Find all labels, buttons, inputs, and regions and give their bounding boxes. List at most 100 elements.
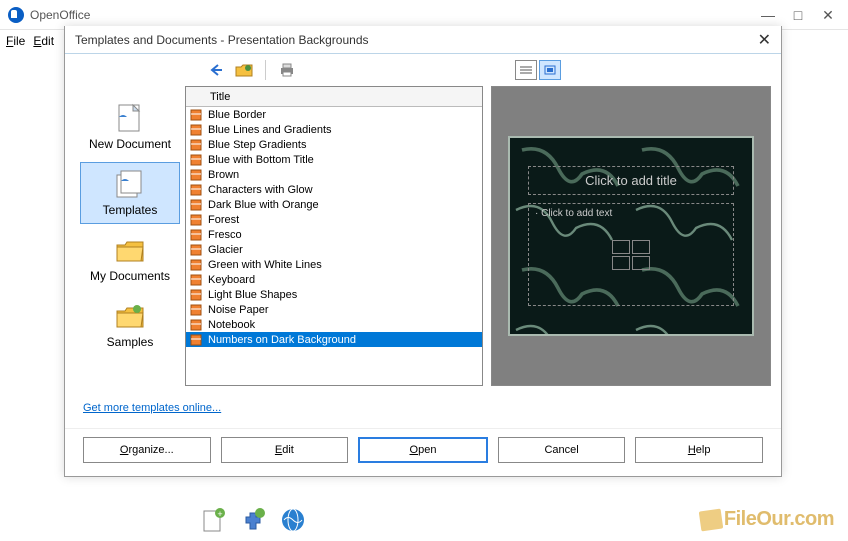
templates-dialog: Templates and Documents - Presentation B… [64, 26, 782, 477]
list-item-label: Forest [208, 214, 239, 226]
list-item[interactable]: Numbers on Dark Background [186, 332, 482, 347]
sidebar-item-label: Samples [85, 335, 175, 349]
list-item-label: Blue with Bottom Title [208, 154, 314, 166]
edit-button[interactable]: Edit [221, 437, 349, 463]
sidebar-item-my-documents[interactable]: My Documents [80, 228, 180, 290]
slide-content-icons [612, 240, 650, 270]
list-item-label: Notebook [208, 319, 255, 331]
new-document-icon [113, 103, 147, 133]
close-button[interactable]: ✕ [822, 9, 834, 21]
list-item[interactable]: Notebook [186, 317, 482, 332]
list-item-label: Brown [208, 169, 239, 181]
my-documents-icon [113, 235, 147, 265]
preview-slide: Click to add title · Click to add text [508, 136, 754, 336]
list-item-label: Glacier [208, 244, 243, 256]
list-item[interactable]: Blue with Bottom Title [186, 152, 482, 167]
dialog-close-button[interactable]: ✕ [758, 30, 771, 50]
open-button[interactable]: Open [358, 437, 488, 463]
list-item[interactable]: Brown [186, 167, 482, 182]
dialog-titlebar: Templates and Documents - Presentation B… [65, 26, 781, 54]
help-button[interactable]: Help [635, 437, 763, 463]
app-icon [8, 7, 24, 23]
templates-icon [113, 169, 147, 199]
list-item[interactable]: Blue Border [186, 107, 482, 122]
sidebar-item-label: My Documents [85, 269, 175, 283]
list-item[interactable]: Noise Paper [186, 302, 482, 317]
table-icon [612, 240, 630, 254]
list-item-label: Noise Paper [208, 304, 269, 316]
list-item[interactable]: Blue Lines and Gradients [186, 122, 482, 137]
sidebar-item-samples[interactable]: Samples [80, 294, 180, 356]
toolbar-separator [265, 60, 266, 80]
list-item-label: Light Blue Shapes [208, 289, 297, 301]
list-item-label: Characters with Glow [208, 184, 313, 196]
list-item[interactable]: Light Blue Shapes [186, 287, 482, 302]
back-arrow-icon [208, 63, 224, 77]
cancel-button[interactable]: Cancel [498, 437, 626, 463]
view-list-button[interactable] [515, 60, 537, 80]
list-item[interactable]: Blue Step Gradients [186, 137, 482, 152]
list-item[interactable]: Forest [186, 212, 482, 227]
up-folder-button[interactable] [233, 59, 255, 81]
menu-file[interactable]: File [6, 34, 25, 48]
dialog-toolbar [65, 54, 781, 86]
organize-button[interactable]: Organize... [83, 437, 211, 463]
maximize-button[interactable]: □ [792, 9, 804, 21]
list-item[interactable]: Keyboard [186, 272, 482, 287]
sidebar-item-new-document[interactable]: New Document [80, 96, 180, 158]
list-item-label: Keyboard [208, 274, 255, 286]
slide-content-placeholder: · Click to add text [528, 203, 734, 306]
print-button[interactable] [276, 59, 298, 81]
sidebar-item-templates[interactable]: Templates [80, 162, 180, 224]
list-header-title[interactable]: Title [186, 87, 482, 107]
template-file-icon [190, 334, 204, 346]
list-item-label: Blue Lines and Gradients [208, 124, 332, 136]
template-file-icon [190, 229, 204, 241]
list-item[interactable]: Glacier [186, 242, 482, 257]
samples-icon [113, 301, 147, 331]
globe-icon[interactable] [280, 507, 306, 533]
sidebar-item-label: New Document [85, 137, 175, 151]
extension-icon[interactable] [240, 507, 266, 533]
preview-view-icon [544, 65, 556, 75]
template-file-icon [190, 124, 204, 136]
watermark-text: FileOur.com [724, 508, 834, 530]
list-view-icon [520, 65, 532, 75]
list-item[interactable]: Fresco [186, 227, 482, 242]
new-doc-icon[interactable]: + [200, 507, 226, 533]
slide-title-placeholder: Click to add title [528, 166, 734, 195]
back-button[interactable] [205, 59, 227, 81]
more-templates-link[interactable]: Get more templates online... [83, 402, 221, 414]
slide-text-placeholder: Click to add text [541, 208, 612, 219]
list-item[interactable]: Characters with Glow [186, 182, 482, 197]
template-file-icon [190, 109, 204, 121]
start-center-icons: + [200, 507, 306, 533]
template-file-icon [190, 169, 204, 181]
watermark-icon [699, 508, 724, 531]
minimize-button[interactable]: — [762, 9, 774, 21]
list-item-label: Blue Border [208, 109, 266, 121]
template-file-icon [190, 319, 204, 331]
template-file-icon [190, 289, 204, 301]
template-file-icon [190, 154, 204, 166]
template-list: Title Blue Border Blue Lines and Gradient… [185, 86, 483, 386]
view-preview-button[interactable] [539, 60, 561, 80]
image-icon [612, 256, 630, 270]
list-body[interactable]: Blue Border Blue Lines and Gradients Blue … [186, 107, 482, 385]
printer-icon [279, 63, 295, 77]
svg-text:+: + [217, 509, 222, 519]
template-file-icon [190, 274, 204, 286]
list-item-label: Blue Step Gradients [208, 139, 306, 151]
list-item[interactable]: Dark Blue with Orange [186, 197, 482, 212]
view-toggle [515, 60, 561, 80]
chart-icon [632, 240, 650, 254]
template-file-icon [190, 199, 204, 211]
template-file-icon [190, 304, 204, 316]
list-item-label: Numbers on Dark Background [208, 334, 356, 346]
template-file-icon [190, 244, 204, 256]
menu-edit[interactable]: Edit [33, 34, 54, 48]
folder-up-icon [235, 63, 253, 77]
list-item[interactable]: Green with White Lines [186, 257, 482, 272]
media-icon [632, 256, 650, 270]
template-file-icon [190, 184, 204, 196]
